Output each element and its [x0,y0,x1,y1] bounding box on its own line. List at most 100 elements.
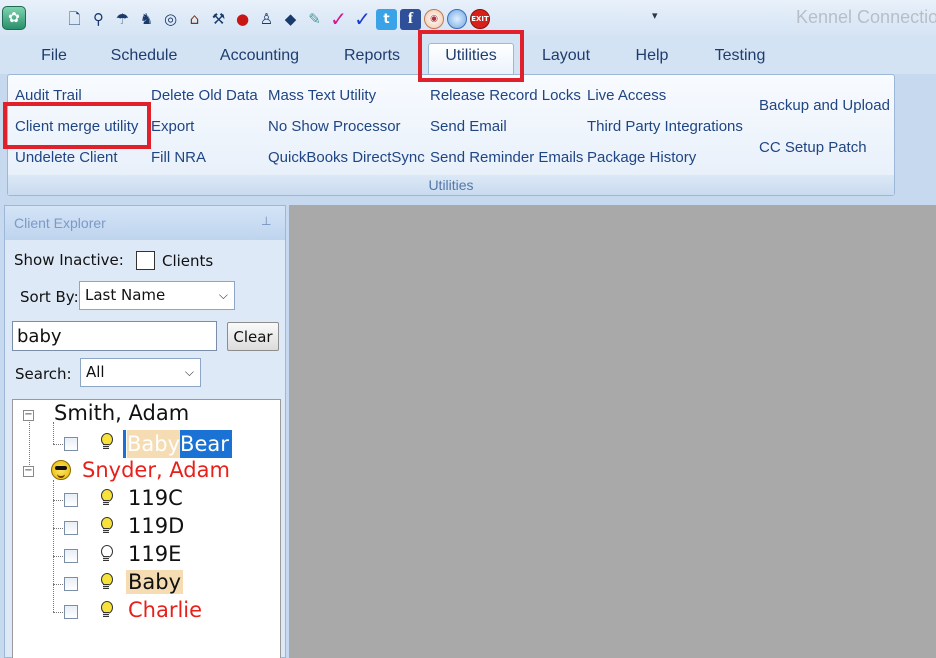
client-name: Smith, Adam [54,401,190,425]
window-title: Kennel Connection [796,7,936,27]
twitter-icon[interactable]: t [376,8,397,30]
lightbulb-icon [100,433,113,450]
undelete-client-button[interactable]: Undelete Client [15,149,118,166]
client-tree: − Smith, Adam Baby Bear − Snyder, Adam 1… [12,399,281,658]
clients-checkbox-label: Clients [162,252,214,270]
package-history-button[interactable]: Package History [587,149,696,166]
tree-pet-node-selected[interactable]: Baby Bear [123,430,232,458]
mass-text-utility-button[interactable]: Mass Text Utility [268,87,376,104]
client-explorer-panel: Client Explorer ⊥ Show Inactive: Clients… [4,205,286,658]
pen-icon[interactable]: ✎ [304,8,325,30]
apple-icon[interactable]: ● [232,8,253,30]
tree-pet-node[interactable]: 119D [128,514,184,538]
pink-check-icon[interactable]: ✓ [328,8,349,30]
quick-access-icons: 🗋 ⚲ ☂ ♞ ◎ ⌂ ⚒ ● ♙ ◆ ✎ ✓ ✓ t f ◉ EXIT [64,5,490,33]
circle-icon[interactable] [447,9,467,29]
sort-by-label: Sort By: [20,288,79,306]
blue-check-icon[interactable]: ✓ [352,8,373,30]
tree-pet-node[interactable]: Charlie [128,598,202,622]
tab-schedule[interactable]: Schedule [102,44,186,72]
tab-testing[interactable]: Testing [704,44,776,72]
sort-by-value: Last Name [85,286,166,304]
tree-connector [53,612,63,613]
delete-old-data-button[interactable]: Delete Old Data [151,87,258,104]
release-record-locks-button[interactable]: Release Record Locks [430,87,581,104]
tree-client-node[interactable]: Smith, Adam [54,401,189,425]
backup-and-upload-button[interactable]: Backup and Upload [759,97,890,114]
pin-icon[interactable]: ⊥ [261,215,271,227]
client-search-input[interactable] [12,321,217,351]
sort-by-select[interactable]: Last Name ⌵ [79,281,235,310]
main-workspace [289,205,936,658]
lightbulb-icon [100,601,113,618]
clear-button[interactable]: Clear [227,322,279,351]
globe-icon[interactable]: ◉ [424,9,444,29]
show-inactive-clients-checkbox[interactable] [136,251,155,270]
pet-checkbox[interactable] [64,437,78,451]
pet-checkbox[interactable] [64,577,78,591]
exit-icon[interactable]: EXIT [470,9,490,29]
text-cursor [123,430,126,458]
ribbon-group-label: Utilities [8,175,894,195]
export-button[interactable]: Export [151,118,194,135]
tools-icon[interactable]: ⚒ [208,8,229,30]
show-inactive-label: Show Inactive: [14,251,124,269]
fill-nra-button[interactable]: Fill NRA [151,149,206,166]
live-access-button[interactable]: Live Access [587,87,666,104]
ribbon-tabs: File Schedule Accounting Reports Utiliti… [0,38,936,75]
collapse-toggle[interactable]: − [23,410,34,421]
facebook-icon[interactable]: f [400,8,421,30]
tree-pet-node[interactable]: Baby [126,570,184,594]
pet-checkbox[interactable] [64,521,78,535]
new-document-icon[interactable]: 🗋 [64,8,85,30]
house-icon[interactable]: ⌂ [184,8,205,30]
binoculars-icon[interactable]: ⚲ [88,8,109,30]
search-scope-select[interactable]: All ⌵ [80,358,201,387]
walking-person-icon[interactable]: ♙ [256,8,277,30]
app-menu-button[interactable]: ✿ [2,6,26,30]
send-email-button[interactable]: Send Email [430,118,507,135]
chevron-down-icon: ⌵ [184,365,194,379]
pet-name-rest: Bear [180,430,232,458]
client-explorer-title: Client Explorer [14,215,106,231]
tree-connector [53,556,63,557]
collapse-toggle[interactable]: − [23,466,34,477]
audit-trail-button[interactable]: Audit Trail [15,87,82,104]
tab-layout[interactable]: Layout [530,44,602,72]
tree-connector [53,528,63,529]
client-explorer-header: Client Explorer ⊥ [5,206,285,240]
third-party-integrations-button[interactable]: Third Party Integrations [587,118,743,135]
client-name: Snyder, Adam [82,458,230,482]
lightbulb-off-icon [100,545,113,562]
pet-checkbox[interactable] [64,549,78,563]
tab-utilities[interactable]: Utilities [428,43,514,75]
pet-checkbox[interactable] [64,605,78,619]
quickbooks-directsync-button[interactable]: QuickBooks DirectSync [268,149,425,166]
tree-connector [29,419,30,467]
cc-setup-patch-button[interactable]: CC Setup Patch [759,139,867,156]
customize-toolbar-dropdown[interactable]: ▾ [652,9,658,22]
tab-file[interactable]: File [27,44,81,72]
client-merge-utility-button[interactable]: Client merge utility [15,118,138,135]
quick-access-toolbar: ✿ 🗋 ⚲ ☂ ♞ ◎ ⌂ ⚒ ● ♙ ◆ ✎ ✓ ✓ t f ◉ EXIT ▾… [0,0,936,38]
no-show-processor-button[interactable]: No Show Processor [268,118,401,135]
tree-pet-node[interactable]: 119E [128,542,181,566]
tree-pet-node[interactable]: 119C [128,486,183,510]
search-scope-label: Search: [15,365,72,383]
lightbulb-icon [100,517,113,534]
tree-client-node[interactable]: Snyder, Adam [82,458,230,482]
pet-checkbox[interactable] [64,493,78,507]
tree-connector [53,584,63,585]
chevron-down-icon: ⌵ [218,288,228,302]
cd-icon[interactable]: ◎ [160,8,181,30]
tab-reports[interactable]: Reports [333,44,411,72]
figure-icon[interactable]: ♞ [136,8,157,30]
tab-accounting[interactable]: Accounting [212,44,307,72]
send-reminder-emails-button[interactable]: Send Reminder Emails [430,149,583,166]
lightbulb-icon [100,573,113,590]
hat-icon[interactable]: ☂ [112,8,133,30]
tree-connector [53,422,54,444]
graduation-cap-icon[interactable]: ◆ [280,8,301,30]
paw-icon: ✿ [8,10,20,26]
tab-help[interactable]: Help [624,44,680,72]
